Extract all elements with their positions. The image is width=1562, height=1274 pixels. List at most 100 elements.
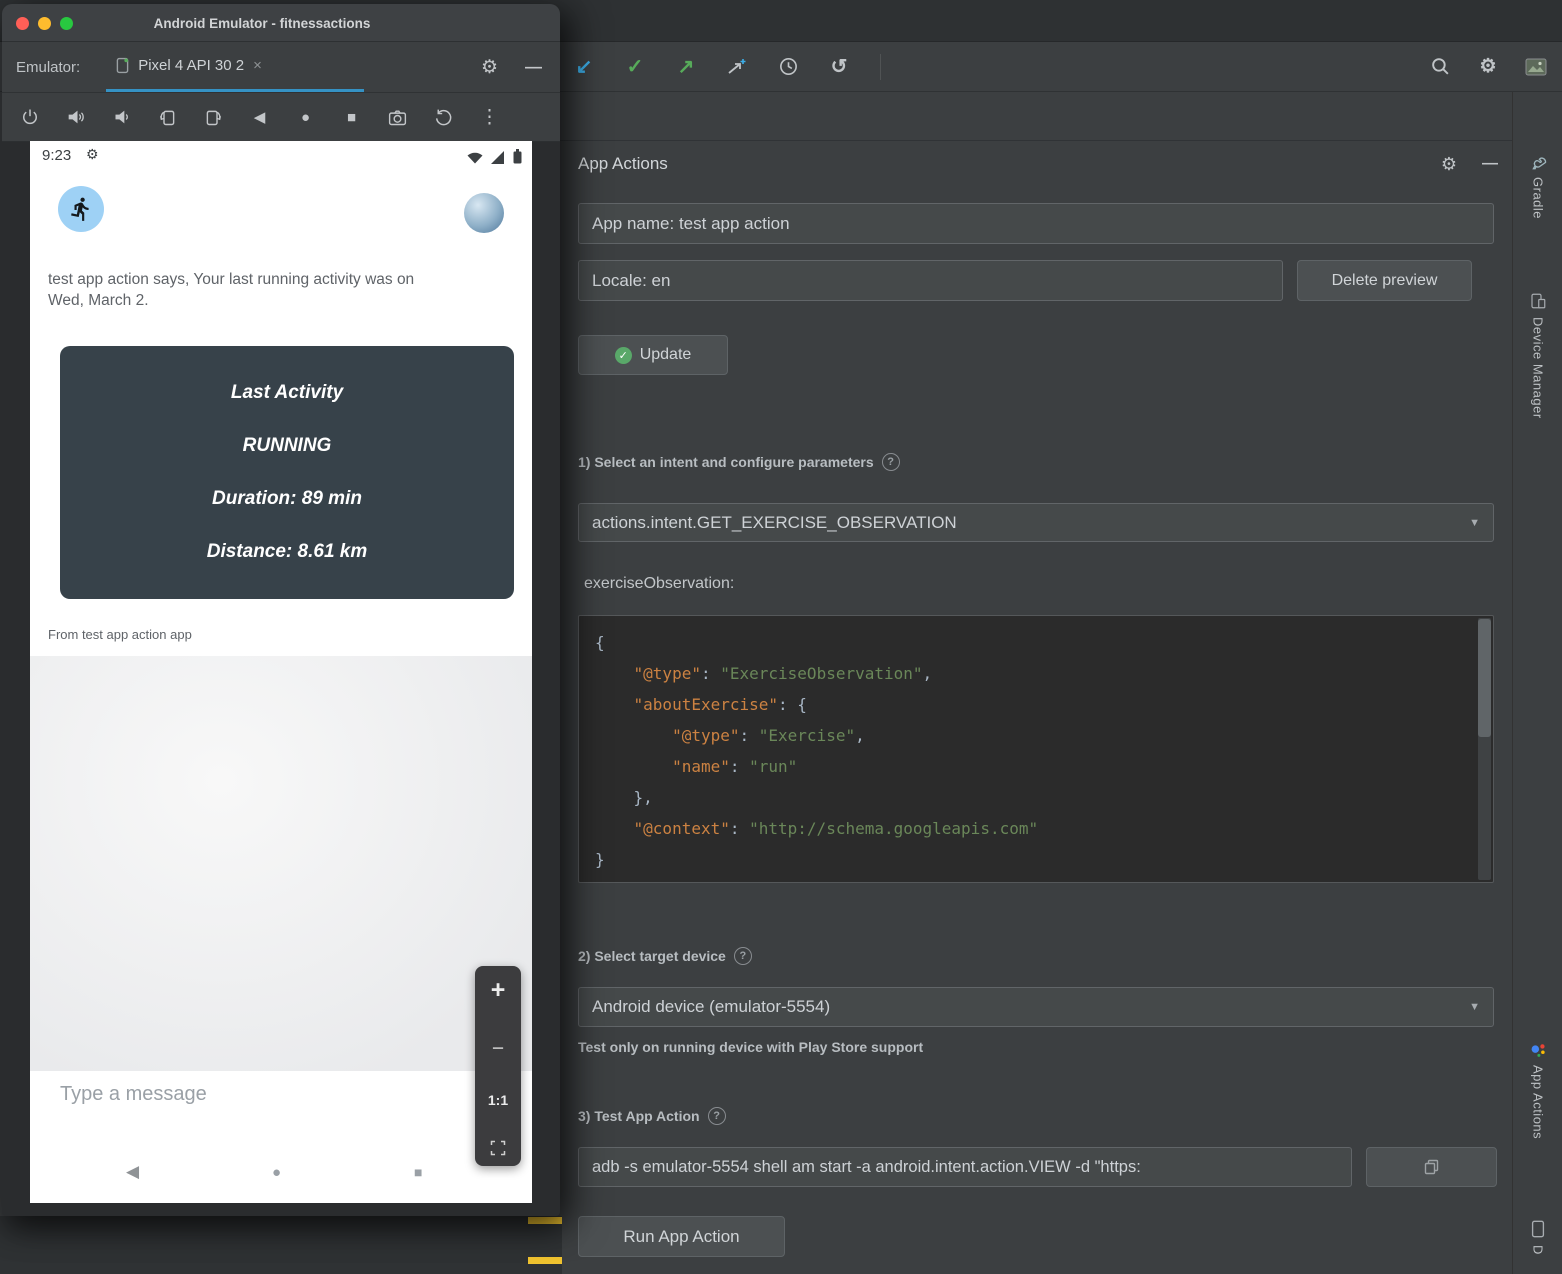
intent-dropdown[interactable]: actions.intent.GET_EXERCISE_OBSERVATION … bbox=[578, 503, 1494, 542]
emulator-controls-toolbar: ◀ ● ■ ⋮ bbox=[2, 93, 560, 142]
step3-label: 3) Test App Action ? bbox=[578, 1107, 726, 1125]
close-traffic-light[interactable] bbox=[16, 17, 29, 30]
power-icon[interactable] bbox=[18, 106, 41, 129]
search-icon[interactable] bbox=[1428, 55, 1452, 79]
device-dropdown[interactable]: Android device (emulator-5554) ▼ bbox=[578, 987, 1494, 1027]
history-clock-icon[interactable] bbox=[776, 55, 800, 79]
intent-value: actions.intent.GET_EXERCISE_OBSERVATION bbox=[592, 513, 957, 533]
update-button[interactable]: ✓ Update bbox=[578, 335, 728, 375]
zoom-in-button[interactable]: + bbox=[491, 976, 506, 1005]
card-distance: Distance: 8.61 km bbox=[60, 541, 514, 563]
message-input[interactable]: Type a message bbox=[60, 1083, 207, 1106]
step2-text: 2) Select target device bbox=[578, 948, 726, 964]
wifi-icon bbox=[467, 152, 483, 164]
fit-screen-icon[interactable] bbox=[490, 1140, 506, 1156]
android-nav-bar: ◀ ● ■ bbox=[30, 1141, 532, 1203]
rotate-right-icon[interactable] bbox=[202, 106, 225, 129]
nav-overview-icon[interactable]: ■ bbox=[414, 1164, 422, 1180]
rail-label-device-manager: Device Manager bbox=[1531, 317, 1546, 419]
emulator-label: Emulator: bbox=[16, 59, 80, 76]
zoom-traffic-light[interactable] bbox=[60, 17, 73, 30]
virtual-device-icon bbox=[116, 57, 129, 74]
attach-debugger-icon[interactable] bbox=[725, 55, 749, 79]
update-label: Update bbox=[640, 346, 692, 364]
panel-gear-icon[interactable]: ⚙ bbox=[1441, 154, 1457, 175]
app-name-input[interactable]: App name: test app action bbox=[578, 203, 1494, 244]
copy-icon bbox=[1424, 1159, 1440, 1175]
emulator-titlebar[interactable]: Android Emulator - fitnessactions bbox=[2, 4, 560, 42]
zoom-controls: + − 1:1 bbox=[475, 966, 521, 1166]
back-icon[interactable]: ◀ bbox=[248, 106, 271, 129]
nav-home-icon[interactable]: ● bbox=[272, 1164, 281, 1181]
nav-back-icon[interactable]: ◀ bbox=[126, 1162, 139, 1182]
toolbar-separator bbox=[880, 54, 881, 80]
device-manager-icon bbox=[1529, 292, 1547, 310]
step1-help-icon[interactable]: ? bbox=[882, 453, 900, 471]
step1-label: 1) Select an intent and configure parame… bbox=[578, 453, 900, 471]
zoom-ratio-button[interactable]: 1:1 bbox=[488, 1092, 508, 1108]
json-code: { "@type": "ExerciseObservation", "about… bbox=[595, 627, 1493, 875]
pull-changes-icon[interactable]: ↙ bbox=[572, 55, 596, 79]
emulator-settings-gear-icon[interactable]: ⚙ bbox=[481, 56, 498, 79]
rail-item-device-explorer[interactable]: D bbox=[1513, 1220, 1562, 1255]
more-icon[interactable]: ⋮ bbox=[478, 106, 501, 129]
minimize-traffic-light[interactable] bbox=[38, 17, 51, 30]
delete-preview-button[interactable]: Delete preview bbox=[1297, 260, 1472, 301]
rail-item-gradle[interactable]: Gradle bbox=[1513, 154, 1562, 219]
rail-item-app-actions[interactable]: App Actions bbox=[1513, 1042, 1562, 1139]
tab-label: Pixel 4 API 30 2 bbox=[138, 57, 244, 74]
image-icon[interactable] bbox=[1524, 55, 1548, 79]
zoom-out-button[interactable]: − bbox=[492, 1037, 504, 1061]
warning-stripe bbox=[528, 1257, 562, 1264]
rail-item-device-manager[interactable]: Device Manager bbox=[1513, 292, 1562, 419]
rail-label-app-actions: App Actions bbox=[1531, 1065, 1546, 1139]
camera-icon[interactable] bbox=[386, 106, 409, 129]
attribution-text: From test app action app bbox=[48, 627, 192, 642]
run-app-action-button[interactable]: Run App Action bbox=[578, 1216, 785, 1257]
tab-pixel4[interactable]: Pixel 4 API 30 2 × bbox=[106, 42, 364, 92]
rail-label-gradle: Gradle bbox=[1531, 177, 1546, 219]
snapshot-icon[interactable] bbox=[432, 106, 455, 129]
settings-gear-icon[interactable]: ⚙ bbox=[1476, 55, 1500, 79]
activity-card: Last Activity RUNNING Duration: 89 min D… bbox=[60, 346, 514, 599]
device-hint: Test only on running device with Play St… bbox=[578, 1039, 923, 1055]
chevron-down-icon: ▼ bbox=[1469, 1001, 1480, 1013]
copy-command-button[interactable] bbox=[1366, 1147, 1497, 1187]
panel-header: App Actions ⚙ — bbox=[560, 141, 1512, 187]
panel-minimize-icon[interactable]: — bbox=[1482, 155, 1498, 173]
volume-down-icon[interactable] bbox=[110, 106, 133, 129]
overview-icon[interactable]: ■ bbox=[340, 106, 363, 129]
step2-label: 2) Select target device ? bbox=[578, 947, 752, 965]
adb-command-input[interactable]: adb -s emulator-5554 shell am start -a a… bbox=[578, 1147, 1352, 1187]
assistant-icon bbox=[1529, 1042, 1547, 1058]
battery-icon bbox=[513, 149, 522, 164]
commit-check-icon[interactable]: ✓ bbox=[623, 55, 647, 79]
signal-icon bbox=[491, 151, 505, 164]
step2-help-icon[interactable]: ? bbox=[734, 947, 752, 965]
card-duration: Duration: 89 min bbox=[60, 488, 514, 510]
rotate-left-icon[interactable] bbox=[156, 106, 179, 129]
user-avatar bbox=[464, 193, 504, 233]
panel-title: App Actions bbox=[578, 154, 668, 174]
editor-scrollbar-thumb[interactable] bbox=[1478, 619, 1491, 737]
step3-help-icon[interactable]: ? bbox=[708, 1107, 726, 1125]
chevron-down-icon: ▼ bbox=[1469, 517, 1480, 529]
emulator-window: Android Emulator - fitnessactions Emulat… bbox=[2, 4, 560, 1216]
emulator-tab-bar: Emulator: Pixel 4 API 30 2 × ⚙ — bbox=[2, 42, 560, 93]
status-icons bbox=[467, 149, 522, 164]
json-parameter-editor[interactable]: { "@type": "ExerciseObservation", "about… bbox=[578, 615, 1494, 883]
undo-icon[interactable]: ↺ bbox=[827, 55, 851, 79]
step1-text: 1) Select an intent and configure parame… bbox=[578, 454, 874, 470]
push-changes-icon[interactable]: ↗ bbox=[674, 55, 698, 79]
editor-background-strip bbox=[0, 1216, 562, 1274]
home-icon[interactable]: ● bbox=[294, 106, 317, 129]
locale-input[interactable]: Locale: en bbox=[578, 260, 1283, 301]
rail-label-partial: D bbox=[1531, 1245, 1546, 1255]
app-actions-panel: App Actions ⚙ — App name: test app actio… bbox=[560, 140, 1512, 1274]
assistant-message: test app action says, Your last running … bbox=[48, 269, 420, 311]
tab-close-icon[interactable]: × bbox=[253, 57, 262, 74]
card-title: Last Activity bbox=[60, 382, 514, 404]
emulator-hide-icon[interactable]: — bbox=[525, 57, 542, 77]
volume-up-icon[interactable] bbox=[64, 106, 87, 129]
chat-wallpaper bbox=[30, 656, 532, 1071]
